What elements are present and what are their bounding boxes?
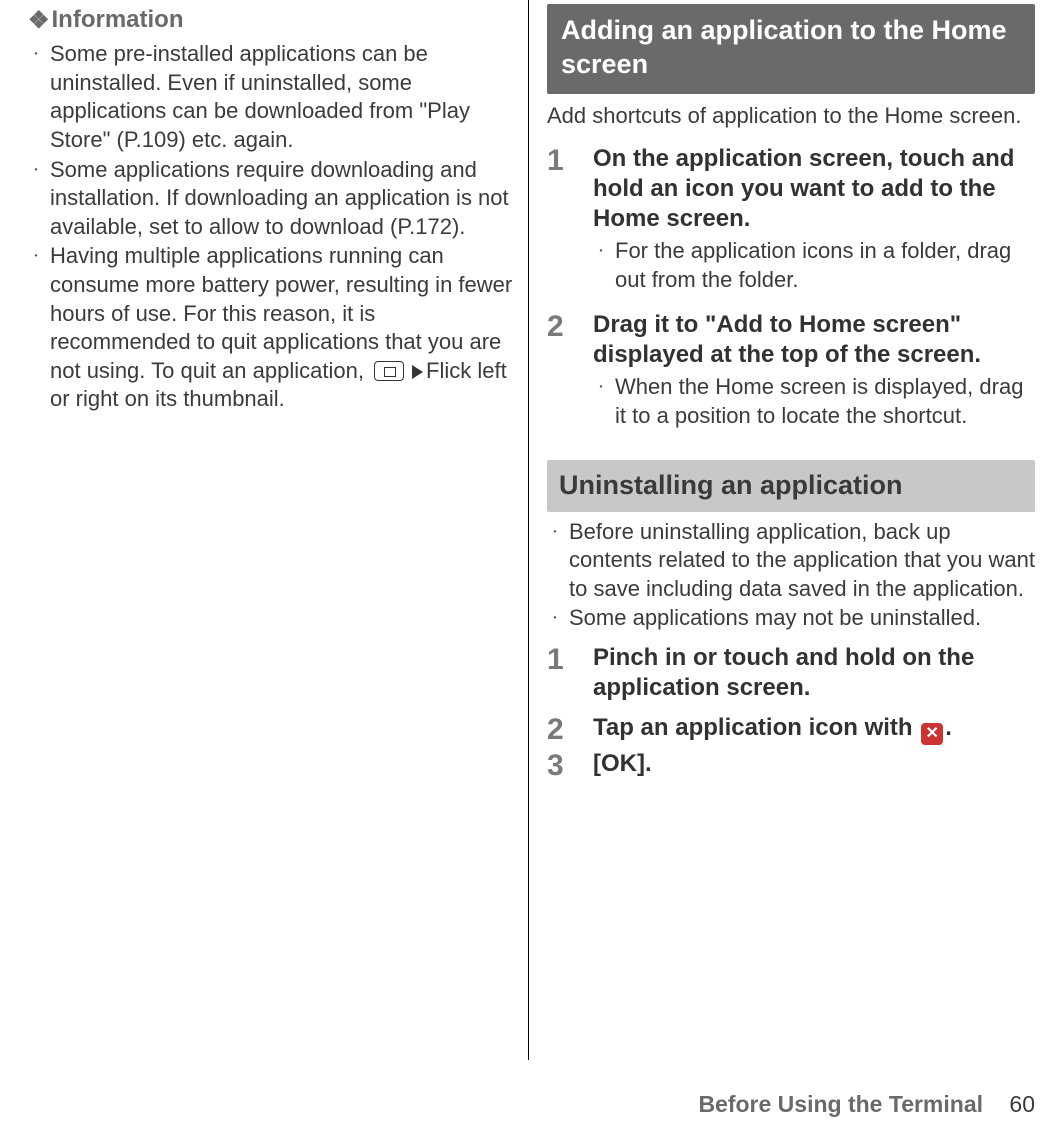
- section-heading-add-application: Adding an application to the Home screen: [547, 4, 1035, 94]
- step-sub-text: When the Home screen is displayed, drag …: [615, 373, 1035, 430]
- info-text: Having multiple applications running can…: [50, 242, 516, 414]
- bullet-icon: ･: [28, 40, 44, 154]
- step-number: 2: [547, 310, 571, 430]
- step-title-pre: Tap an application icon with: [593, 714, 919, 741]
- step-title: Drag it to "Add to Home screen" displaye…: [593, 310, 1035, 370]
- step-title: Pinch in or touch and hold on the applic…: [593, 643, 1035, 703]
- step-number: 2: [547, 713, 571, 745]
- note-text: Before uninstalling application, back up…: [569, 518, 1035, 604]
- bullet-icon: ･: [593, 373, 609, 430]
- step: 1 Pinch in or touch and hold on the appl…: [547, 643, 1035, 703]
- information-list: ･ Some pre-installed applications can be…: [28, 40, 516, 414]
- step: 2 Drag it to "Add to Home screen" displa…: [547, 310, 1035, 430]
- step-number: 1: [547, 643, 571, 703]
- info-text: Some applications require downloading an…: [50, 156, 516, 242]
- step-number: 3: [547, 749, 571, 781]
- information-title: Information: [52, 6, 184, 33]
- step: 2 Tap an application icon with ✕.: [547, 713, 1035, 745]
- diamond-icon: ❖: [28, 7, 50, 34]
- bullet-icon: ･: [547, 604, 563, 633]
- footer: Before Using the Terminal 60: [698, 1090, 1035, 1120]
- step-title: [OK].: [593, 749, 1035, 779]
- recent-apps-icon: [374, 361, 404, 381]
- step: 1 On the application screen, touch and h…: [547, 144, 1035, 294]
- delete-badge-icon: ✕: [921, 723, 943, 745]
- play-icon: [412, 365, 423, 379]
- info-item: ･ Some applications require downloading …: [28, 156, 516, 242]
- note-item: ･ Before uninstalling application, back …: [547, 518, 1035, 604]
- step-number: 1: [547, 144, 571, 294]
- section-intro: Add shortcuts of application to the Home…: [547, 102, 1035, 131]
- step-title: On the application screen, touch and hol…: [593, 144, 1035, 234]
- section-heading-uninstall: Uninstalling an application: [547, 460, 1035, 511]
- step-title: Tap an application icon with ✕.: [593, 713, 1035, 745]
- page-number: 60: [1009, 1091, 1035, 1117]
- bullet-icon: ･: [593, 237, 609, 294]
- notes-list: ･ Before uninstalling application, back …: [547, 518, 1035, 633]
- step-sub: ･ For the application icons in a folder,…: [593, 237, 1035, 294]
- step: 3 [OK].: [547, 749, 1035, 781]
- information-header: ❖Information: [28, 4, 516, 36]
- bullet-icon: ･: [28, 242, 44, 414]
- step-sub: ･ When the Home screen is displayed, dra…: [593, 373, 1035, 430]
- step-title-post: .: [945, 714, 952, 741]
- bullet-icon: ･: [547, 518, 563, 604]
- footer-chapter: Before Using the Terminal: [698, 1091, 983, 1117]
- bullet-icon: ･: [28, 156, 44, 242]
- ok-label: OK: [601, 750, 637, 777]
- step-sub-text: For the application icons in a folder, d…: [615, 237, 1035, 294]
- info-item: ･ Having multiple applications running c…: [28, 242, 516, 414]
- info-text: Some pre-installed applications can be u…: [50, 40, 516, 154]
- note-text: Some applications may not be uninstalled…: [569, 604, 981, 633]
- note-item: ･ Some applications may not be uninstall…: [547, 604, 1035, 633]
- info-item: ･ Some pre-installed applications can be…: [28, 40, 516, 154]
